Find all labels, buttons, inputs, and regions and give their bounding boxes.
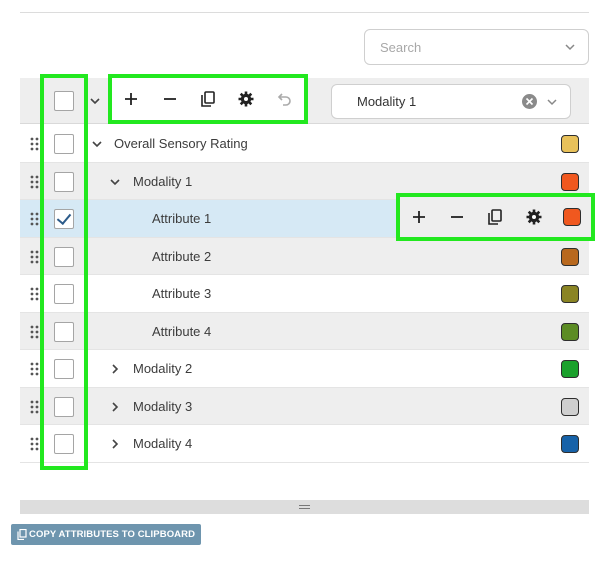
undo-button[interactable]: [274, 88, 296, 110]
color-swatch[interactable]: [562, 208, 581, 226]
add-icon: [413, 211, 426, 223]
row-checkbox[interactable]: [54, 134, 74, 154]
main-toolbar: [108, 74, 308, 124]
sensory-tree: Overall Sensory Rating Modality 1 Attribut…: [20, 125, 589, 463]
undo-icon: [277, 93, 291, 106]
row-color-button[interactable]: [561, 206, 583, 228]
add-icon: [125, 93, 138, 105]
color-swatch[interactable]: [561, 435, 579, 453]
row-label: Overall Sensory Rating: [114, 136, 248, 151]
row-copy-button[interactable]: [484, 206, 506, 228]
row-checkbox[interactable]: [54, 171, 74, 192]
clear-icon[interactable]: [521, 93, 538, 110]
row-checkbox[interactable]: [54, 321, 74, 342]
chevron-down-icon[interactable]: [564, 41, 576, 53]
color-swatch[interactable]: [561, 360, 579, 378]
color-swatch[interactable]: [561, 285, 579, 303]
tree-row[interactable]: Attribute 4: [20, 312, 589, 350]
row-checkbox[interactable]: [54, 434, 74, 454]
color-swatch[interactable]: [561, 397, 579, 416]
row-toolbar: [396, 193, 595, 241]
row-label: Modality 2: [133, 361, 193, 376]
drag-handle-icon[interactable]: [30, 325, 40, 339]
drag-handle-icon[interactable]: [30, 175, 40, 189]
select-all-checkbox[interactable]: [54, 91, 74, 111]
row-settings-button[interactable]: [523, 206, 545, 228]
drag-handle-icon[interactable]: [30, 437, 40, 451]
gear-icon: [238, 91, 254, 107]
clipboard-icon: [17, 529, 27, 540]
copy-icon: [488, 209, 503, 225]
row-label: Attribute 4: [152, 323, 212, 339]
copy-icon: [201, 91, 215, 107]
search-input[interactable]: [380, 39, 564, 55]
tree-row[interactable]: Modality 3: [20, 387, 589, 425]
row-checkbox[interactable]: [54, 396, 74, 417]
row-label: Modality 1: [133, 173, 193, 189]
chevron-down-icon[interactable]: [91, 138, 103, 150]
remove-icon: [163, 98, 176, 100]
chevron-right-icon[interactable]: [109, 401, 121, 413]
chevron-right-icon[interactable]: [109, 438, 121, 450]
drag-handle-icon[interactable]: [30, 137, 40, 151]
row-checkbox[interactable]: [54, 209, 74, 229]
color-swatch[interactable]: [561, 172, 579, 191]
row-label: Attribute 1: [152, 211, 212, 226]
row-remove-button[interactable]: [446, 206, 468, 228]
row-label: Modality 4: [133, 436, 193, 451]
tree-row[interactable]: Attribute 2: [20, 237, 589, 275]
row-add-button[interactable]: [408, 206, 430, 228]
chevron-down-icon[interactable]: [546, 96, 558, 108]
settings-button[interactable]: [235, 88, 257, 110]
remove-button[interactable]: [159, 88, 181, 110]
copy-button[interactable]: [197, 88, 219, 110]
drag-handle-icon[interactable]: [30, 250, 40, 264]
copy-attributes-label: COPY ATTRIBUTES TO CLIPBOARD: [29, 529, 196, 540]
add-button[interactable]: [120, 88, 142, 110]
row-checkbox[interactable]: [54, 284, 74, 304]
modality-select-value: Modality 1: [357, 94, 417, 109]
color-swatch[interactable]: [561, 135, 579, 153]
chevron-down-icon[interactable]: [89, 95, 101, 107]
row-label: Attribute 2: [152, 248, 212, 264]
chevron-right-icon[interactable]: [109, 363, 121, 375]
row-label: Modality 3: [133, 398, 193, 414]
drag-handle-icon[interactable]: [30, 287, 40, 301]
color-swatch[interactable]: [561, 322, 579, 341]
chevron-down-icon[interactable]: [109, 176, 121, 188]
top-divider: [20, 12, 589, 13]
row-checkbox[interactable]: [54, 359, 74, 379]
drag-handle-icon[interactable]: [30, 212, 40, 226]
resize-splitter[interactable]: [20, 500, 589, 514]
remove-icon: [451, 216, 464, 218]
tree-row[interactable]: Overall Sensory Rating: [20, 125, 589, 163]
drag-handle-icon[interactable]: [299, 505, 310, 509]
tree-row[interactable]: Modality 4: [20, 425, 589, 463]
drag-handle-icon[interactable]: [30, 400, 40, 414]
copy-attributes-button[interactable]: COPY ATTRIBUTES TO CLIPBOARD: [11, 524, 202, 545]
search-box[interactable]: [364, 29, 589, 65]
tree-row[interactable]: Attribute 3: [20, 275, 589, 313]
row-checkbox[interactable]: [54, 246, 74, 267]
tree-row[interactable]: Modality 2: [20, 350, 589, 388]
row-label: Attribute 3: [152, 286, 212, 301]
drag-handle-icon[interactable]: [30, 362, 40, 376]
modality-select[interactable]: Modality 1: [331, 84, 571, 119]
gear-icon: [526, 209, 542, 225]
color-swatch[interactable]: [561, 247, 579, 266]
